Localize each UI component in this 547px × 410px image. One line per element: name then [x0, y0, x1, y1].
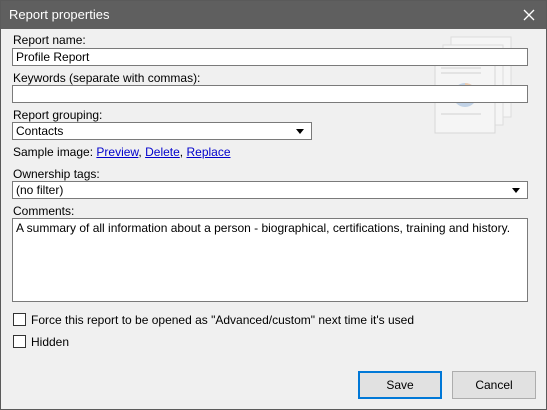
report-grouping-label: Report grouping: [13, 108, 103, 122]
keywords-input[interactable] [12, 85, 528, 103]
report-name-input[interactable] [12, 48, 528, 66]
report-grouping-select[interactable]: Contacts [12, 122, 312, 140]
comments-textarea[interactable]: A summary of all information about a per… [12, 218, 528, 302]
close-icon[interactable] [512, 1, 546, 29]
ownership-tags-select[interactable]: (no filter) [12, 181, 528, 199]
hidden-label[interactable]: Hidden [31, 335, 69, 349]
save-button[interactable]: Save [358, 371, 442, 399]
keywords-label: Keywords (separate with commas): [13, 71, 201, 85]
window-title: Report properties [9, 7, 110, 22]
link-separator: , [138, 145, 142, 159]
sample-image-label: Sample image: [13, 145, 94, 159]
cancel-button[interactable]: Cancel [452, 371, 536, 399]
title-bar: Report properties [1, 1, 546, 29]
preview-link[interactable]: Preview [96, 145, 138, 159]
cancel-button-label: Cancel [475, 378, 513, 392]
report-name-label: Report name: [13, 33, 86, 47]
comments-label: Comments: [13, 204, 75, 218]
chevron-down-icon [512, 187, 520, 193]
replace-link[interactable]: Replace [186, 145, 230, 159]
chevron-down-icon [296, 128, 304, 134]
force-advanced-label[interactable]: Force this report to be opened as "Advan… [31, 313, 414, 327]
hidden-checkbox[interactable] [13, 335, 26, 348]
ownership-tags-value: (no filter) [16, 183, 64, 197]
report-properties-dialog: Report properties Report name: Keywords … [0, 0, 547, 410]
ownership-tags-label: Ownership tags: [13, 167, 100, 181]
save-button-label: Save [386, 378, 414, 392]
sample-image-row: Sample image: Preview, Delete, Replace [13, 145, 231, 159]
link-separator: , [179, 145, 184, 159]
delete-link[interactable]: Delete [145, 145, 180, 159]
force-advanced-checkbox[interactable] [13, 313, 26, 326]
report-grouping-value: Contacts [16, 124, 64, 138]
